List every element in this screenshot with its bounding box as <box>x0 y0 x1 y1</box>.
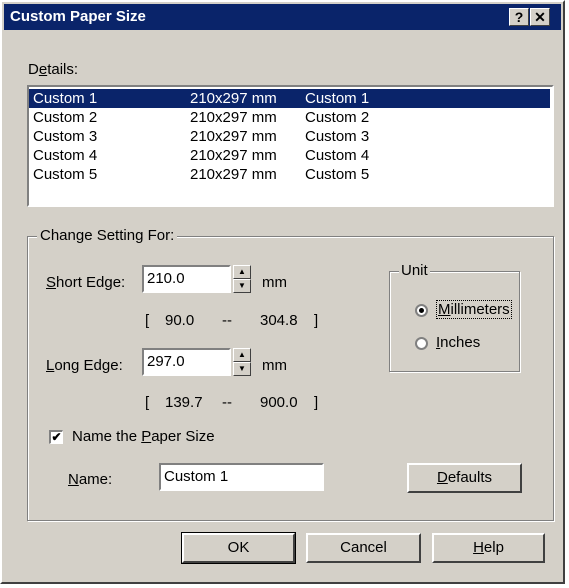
name-paper-size-label[interactable]: Name the Paper Size <box>72 428 215 445</box>
cancel-button[interactable]: Cancel <box>306 533 421 563</box>
spin-up-icon: ▲ <box>238 267 246 276</box>
list-item[interactable]: Custom 3 210x297 mm Custom 3 <box>29 127 550 146</box>
long-edge-up-button[interactable]: ▲ <box>233 348 251 362</box>
millimeters-label-rest: illimeters <box>450 301 510 318</box>
list-item[interactable]: Custom 5 210x297 mm Custom 5 <box>29 165 550 184</box>
short-edge-mnemonic: S <box>46 274 57 291</box>
short-edge-range-sep: -- <box>222 312 232 329</box>
short-edge-up-button[interactable]: ▲ <box>233 265 251 279</box>
name-paper-size-checkbox[interactable]: ✔ <box>49 430 63 444</box>
long-edge-range-close: ] <box>314 394 319 411</box>
long-edge-down-button[interactable]: ▼ <box>233 362 251 376</box>
long-edge-unit: mm <box>262 357 287 374</box>
spin-up-icon: ▲ <box>238 350 246 359</box>
list-item-name: Custom 2 <box>33 109 98 126</box>
window-title: Custom Paper Size <box>10 8 146 25</box>
name-label-rest: ame: <box>78 471 113 488</box>
list-item-desc: Custom 4 <box>305 147 370 164</box>
name-paper-size-prefix: Name the <box>72 428 142 445</box>
details-list[interactable]: Custom 1 210x297 mm Custom 1 Custom 2 21… <box>27 85 554 207</box>
list-item-desc: Custom 5 <box>305 166 370 183</box>
list-item-desc: Custom 1 <box>305 90 370 107</box>
millimeters-focus: Millimeters <box>436 300 512 319</box>
long-edge-label-rest: ong Edge: <box>54 357 123 374</box>
radio-selected-dot <box>419 308 424 313</box>
long-edge-range-open: [ <box>145 394 150 411</box>
unit-legend: Unit <box>399 262 430 279</box>
list-item-name: Custom 1 <box>33 90 98 107</box>
close-button[interactable]: ✕ <box>530 8 550 26</box>
name-paper-size-suffix: aper Size <box>151 428 215 445</box>
list-item[interactable]: Custom 4 210x297 mm Custom 4 <box>29 146 550 165</box>
short-edge-range-min: 90.0 <box>165 312 195 329</box>
name-mnemonic: N <box>68 471 79 488</box>
millimeters-mnemonic: M <box>438 301 451 318</box>
short-edge-down-button[interactable]: ▼ <box>233 279 251 293</box>
spin-down-icon: ▼ <box>238 364 246 373</box>
short-edge-range-close: ] <box>314 312 319 329</box>
help-button[interactable]: Help <box>432 533 545 563</box>
help-mnemonic: H <box>473 539 484 556</box>
ok-button[interactable]: OK <box>181 532 296 564</box>
name-input[interactable]: Custom 1 <box>159 463 324 491</box>
list-item-size: 210x297 mm <box>190 166 277 183</box>
unit-group: Unit <box>389 262 520 372</box>
short-edge-input[interactable]: 210.0 <box>142 265 231 293</box>
list-item-name: Custom 5 <box>33 166 98 183</box>
defaults-mnemonic: D <box>436 469 448 486</box>
list-item-name: Custom 4 <box>33 147 98 164</box>
short-edge-label: Short Edge: <box>46 274 125 291</box>
defaults-label-rest: efaults <box>447 469 493 486</box>
defaults-button[interactable]: Defaults <box>407 463 522 493</box>
short-edge-label-rest: hort Edge: <box>56 274 126 291</box>
list-item-size: 210x297 mm <box>190 128 277 145</box>
help-title-button[interactable]: ? <box>509 8 529 26</box>
list-item-size: 210x297 mm <box>190 147 277 164</box>
title-bar[interactable]: Custom Paper Size ? ✕ <box>4 4 561 30</box>
change-setting-legend: Change Setting For: <box>37 227 178 244</box>
short-edge-range-max: 304.8 <box>260 312 298 329</box>
details-label: Details: <box>28 61 78 78</box>
millimeters-label[interactable]: Millimeters <box>436 300 512 319</box>
list-item-desc: Custom 3 <box>305 128 370 145</box>
help-label-rest: elp <box>483 539 504 556</box>
long-edge-label: Long Edge: <box>46 357 123 374</box>
list-item-desc: Custom 2 <box>305 109 370 126</box>
long-edge-range-min: 139.7 <box>165 394 203 411</box>
list-item[interactable]: Custom 1 210x297 mm Custom 1 <box>29 89 550 108</box>
list-item-size: 210x297 mm <box>190 109 277 126</box>
long-edge-range-max: 900.0 <box>260 394 298 411</box>
inches-radio[interactable] <box>415 337 428 350</box>
details-label-suffix: tails: <box>47 61 79 78</box>
inches-label-rest: nches <box>440 334 481 351</box>
list-item-size: 210x297 mm <box>190 90 277 107</box>
long-edge-range-sep: -- <box>222 394 232 411</box>
name-paper-size-mnemonic: P <box>141 428 152 445</box>
list-item[interactable]: Custom 2 210x297 mm Custom 2 <box>29 108 550 127</box>
name-label: Name: <box>68 471 112 488</box>
long-edge-input[interactable]: 297.0 <box>142 348 231 376</box>
spin-down-icon: ▼ <box>238 281 246 290</box>
details-label-prefix: D <box>28 61 39 78</box>
millimeters-radio[interactable] <box>415 304 428 317</box>
inches-label[interactable]: Inches <box>436 334 480 351</box>
short-edge-range-open: [ <box>145 312 150 329</box>
short-edge-unit: mm <box>262 274 287 291</box>
list-item-name: Custom 3 <box>33 128 98 145</box>
details-label-mnemonic: e <box>38 61 48 78</box>
